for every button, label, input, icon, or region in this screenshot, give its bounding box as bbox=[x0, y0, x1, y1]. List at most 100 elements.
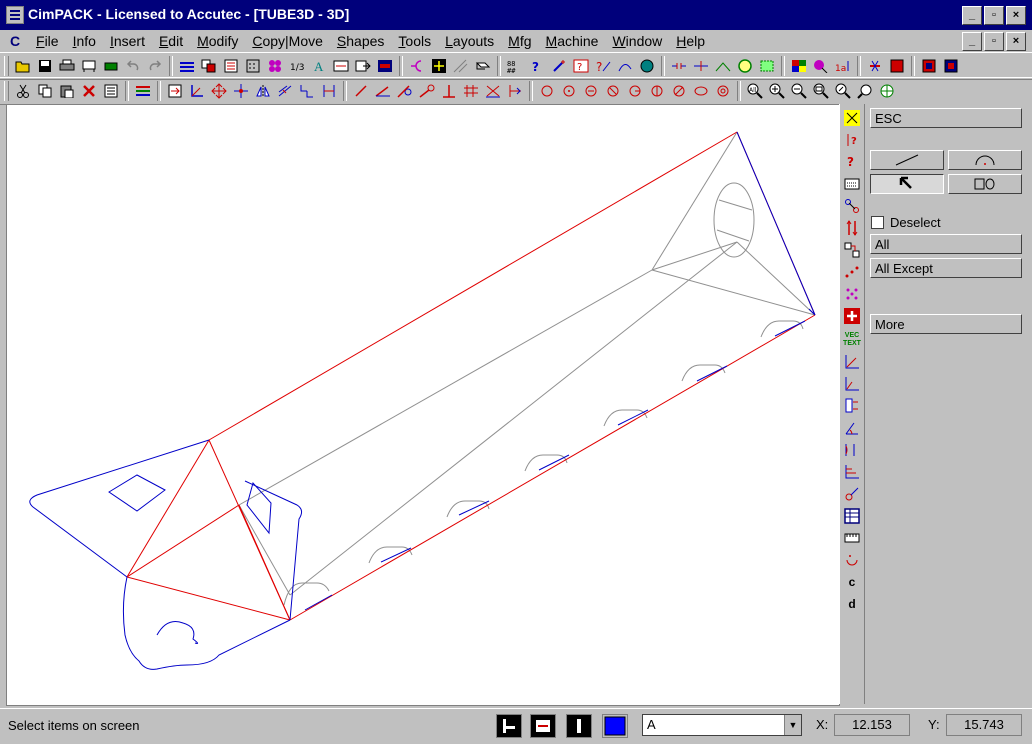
minimize-button[interactable]: _ bbox=[962, 6, 982, 25]
point-chain-icon[interactable] bbox=[842, 262, 862, 282]
menu-modify[interactable]: Modify bbox=[197, 32, 238, 50]
sort-icon[interactable]: 1a bbox=[833, 56, 853, 76]
stretch-icon[interactable] bbox=[231, 81, 251, 101]
help-pointer-icon[interactable]: ? bbox=[527, 56, 547, 76]
circle-center-icon[interactable] bbox=[537, 81, 557, 101]
query-point-icon[interactable]: ? bbox=[842, 152, 862, 172]
add-icon[interactable] bbox=[842, 306, 862, 326]
stop-icon[interactable] bbox=[887, 56, 907, 76]
dim-radius-icon[interactable] bbox=[842, 440, 862, 460]
chevron-down-icon[interactable]: ▼ bbox=[784, 715, 801, 735]
tangent-line-icon[interactable] bbox=[395, 81, 415, 101]
dim-vertical-icon[interactable] bbox=[842, 374, 862, 394]
circle-2pt-icon[interactable] bbox=[559, 81, 579, 101]
more-button[interactable]: More bbox=[870, 314, 1022, 334]
deselect-option[interactable]: Deselect bbox=[871, 215, 941, 230]
run-icon[interactable] bbox=[919, 56, 939, 76]
paste-icon[interactable] bbox=[57, 81, 77, 101]
calculator-icon[interactable] bbox=[243, 56, 263, 76]
select-all-button[interactable]: All bbox=[870, 234, 1022, 254]
circle-tool-icon[interactable] bbox=[735, 56, 755, 76]
dim-aligned-icon[interactable] bbox=[842, 396, 862, 416]
ruler-icon[interactable] bbox=[842, 528, 862, 548]
menu-window[interactable]: Window bbox=[612, 32, 662, 50]
color-swatch[interactable] bbox=[602, 714, 628, 738]
zoom-in-icon[interactable] bbox=[767, 81, 787, 101]
offset-icon[interactable] bbox=[275, 81, 295, 101]
menu-shapes[interactable]: Shapes bbox=[337, 32, 385, 50]
dim-ordinate-icon[interactable] bbox=[842, 462, 862, 482]
save-icon[interactable] bbox=[35, 56, 55, 76]
print-icon[interactable] bbox=[57, 56, 77, 76]
magic-wand-icon[interactable] bbox=[549, 56, 569, 76]
doc-close-button[interactable]: × bbox=[1006, 32, 1026, 51]
cross-out-icon[interactable] bbox=[483, 81, 503, 101]
run-all-icon[interactable] bbox=[941, 56, 961, 76]
trim-icon[interactable] bbox=[691, 56, 711, 76]
text-icon[interactable]: A bbox=[309, 56, 329, 76]
angle-icon[interactable] bbox=[713, 56, 733, 76]
circle-fillet-icon[interactable] bbox=[669, 81, 689, 101]
window-select-button[interactable] bbox=[948, 174, 1022, 194]
select-cut-icon[interactable] bbox=[842, 108, 862, 128]
point-grid-icon[interactable] bbox=[842, 284, 862, 304]
layers-icon[interactable] bbox=[177, 56, 197, 76]
zoom-previous-icon[interactable] bbox=[833, 81, 853, 101]
zoom-extents-icon[interactable] bbox=[877, 81, 897, 101]
vec-text-icon[interactable]: VEC TEXT bbox=[842, 330, 862, 350]
color-pick-icon[interactable] bbox=[811, 56, 831, 76]
query-curve-icon[interactable] bbox=[615, 56, 635, 76]
drawing-canvas[interactable] bbox=[6, 104, 840, 706]
menu-tools[interactable]: Tools bbox=[398, 32, 431, 50]
perpendicular-icon[interactable] bbox=[439, 81, 459, 101]
extend-icon[interactable] bbox=[505, 81, 525, 101]
arc-tool-icon[interactable] bbox=[407, 56, 427, 76]
zoom-pan-icon[interactable] bbox=[855, 81, 875, 101]
align-icon[interactable] bbox=[319, 81, 339, 101]
menu-help[interactable]: Help bbox=[676, 32, 705, 50]
snap-points-icon[interactable] bbox=[842, 196, 862, 216]
menu-copy-move[interactable]: Copy|Move bbox=[252, 32, 323, 50]
grid-snap-icon[interactable] bbox=[429, 56, 449, 76]
view-3d-icon[interactable] bbox=[473, 56, 493, 76]
layer-toggle-icon[interactable] bbox=[496, 714, 522, 738]
deselect-checkbox[interactable] bbox=[871, 216, 884, 229]
move-icon[interactable] bbox=[209, 81, 229, 101]
doc-minimize-button[interactable]: _ bbox=[962, 32, 982, 51]
measure-icon[interactable] bbox=[451, 56, 471, 76]
query-line-icon[interactable]: ? bbox=[593, 56, 613, 76]
zoom-window-icon[interactable] bbox=[811, 81, 831, 101]
query-vertical-icon[interactable]: ? bbox=[842, 130, 862, 150]
open-icon[interactable] bbox=[13, 56, 33, 76]
app-icon[interactable] bbox=[6, 6, 24, 24]
pattern-icon[interactable] bbox=[265, 56, 285, 76]
toolbar-grip[interactable] bbox=[4, 56, 9, 76]
esc-button[interactable]: ESC bbox=[870, 108, 1022, 128]
circle-radius-icon[interactable] bbox=[625, 81, 645, 101]
command-c[interactable]: c bbox=[842, 572, 862, 592]
hatch-icon[interactable] bbox=[461, 81, 481, 101]
redo-icon[interactable] bbox=[145, 56, 165, 76]
line-circle-icon[interactable] bbox=[417, 81, 437, 101]
dim-chain-icon[interactable] bbox=[842, 484, 862, 504]
fraction-icon[interactable]: 1/3 bbox=[287, 56, 307, 76]
ellipse-icon[interactable] bbox=[691, 81, 711, 101]
zoom-out-icon[interactable] bbox=[789, 81, 809, 101]
pointer-select-button[interactable] bbox=[870, 174, 944, 194]
plot-icon[interactable] bbox=[79, 56, 99, 76]
toolbar-grip[interactable] bbox=[4, 81, 9, 101]
circle-3pt-icon[interactable] bbox=[581, 81, 601, 101]
corner-icon[interactable] bbox=[187, 81, 207, 101]
linetype-icon[interactable] bbox=[530, 714, 556, 738]
circle-tangent-icon[interactable] bbox=[603, 81, 623, 101]
dim-angle-icon[interactable] bbox=[842, 418, 862, 438]
undo-icon[interactable] bbox=[123, 56, 143, 76]
menu-mfg[interactable]: Mfg bbox=[508, 32, 531, 50]
menu-machine[interactable]: Machine bbox=[546, 32, 599, 50]
line-angle-icon[interactable] bbox=[373, 81, 393, 101]
dimension-icon[interactable] bbox=[331, 56, 351, 76]
arc-select-button[interactable] bbox=[948, 150, 1022, 170]
rectangle-tool-icon[interactable] bbox=[757, 56, 777, 76]
distance-icon[interactable] bbox=[842, 218, 862, 238]
mirror-icon[interactable] bbox=[253, 81, 273, 101]
